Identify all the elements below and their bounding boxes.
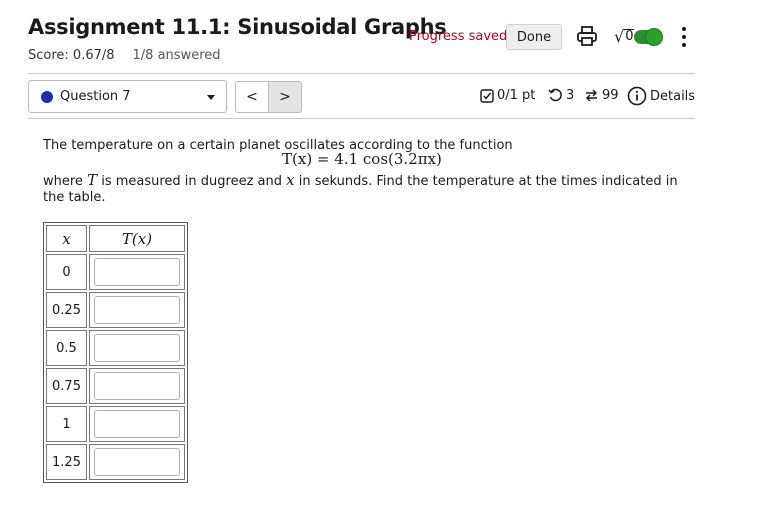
- answer-input[interactable]: [94, 448, 180, 476]
- toggle-knob: [645, 28, 663, 46]
- question-where-line2: the table.: [43, 190, 106, 205]
- nav-divider: [28, 118, 695, 119]
- math-toggle[interactable]: [634, 28, 663, 46]
- radical-symbol: √: [614, 26, 625, 46]
- details-link[interactable]: Details: [627, 86, 695, 106]
- header-divider: [28, 73, 695, 74]
- previous-question-button[interactable]: <: [235, 81, 269, 113]
- checkbox-icon: [480, 88, 494, 103]
- header-tx: T(x): [89, 225, 185, 252]
- question-formula: T(x) = 4.1 cos(3.2πx): [282, 150, 442, 168]
- chevron-down-icon: [207, 95, 215, 100]
- points-text: 0/1 pt: [497, 88, 536, 103]
- selected-question: Question 7: [60, 89, 131, 104]
- sqrt-zero: 0: [624, 28, 635, 44]
- assignment-title: Assignment 11.1: Sinusoidal Graphs: [28, 15, 447, 39]
- table-row: 1.25: [46, 444, 185, 480]
- retries-indicator: 3: [548, 88, 574, 103]
- question-intro: The temperature on a certain planet osci…: [43, 138, 513, 153]
- x-value: 0: [46, 254, 87, 290]
- answer-input[interactable]: [94, 258, 180, 286]
- score-line: Score: 0.67/8 1/8 answered: [28, 48, 221, 63]
- attempts-indicator: 99: [584, 88, 619, 103]
- answer-input[interactable]: [94, 372, 180, 400]
- question-status-dot: [41, 90, 53, 103]
- table-row: 1: [46, 406, 185, 442]
- info-icon: [627, 86, 647, 106]
- points-indicator: 0/1 pt: [480, 88, 535, 103]
- sqrt-icon[interactable]: √ 0: [614, 25, 635, 47]
- answer-input[interactable]: [94, 334, 180, 362]
- x-value: 0.75: [46, 368, 87, 404]
- answered-count: 1/8 answered: [132, 48, 221, 63]
- header-x: x: [46, 225, 87, 252]
- question-select[interactable]: Question 7: [28, 80, 227, 113]
- x-value: 0.5: [46, 330, 87, 366]
- table-row: 0.25: [46, 292, 185, 328]
- x-value: 1.25: [46, 444, 87, 480]
- table-row: 0.75: [46, 368, 185, 404]
- vertical-ellipsis-icon[interactable]: [678, 24, 690, 50]
- attempts-count: 99: [602, 88, 619, 103]
- x-value: 0.25: [46, 292, 87, 328]
- table-row: 0.5: [46, 330, 185, 366]
- table-row: 0: [46, 254, 185, 290]
- score-text: Score: 0.67/8: [28, 48, 115, 63]
- variable-t: T: [87, 171, 98, 189]
- table-header-row: x T(x): [46, 225, 185, 252]
- done-button[interactable]: Done: [506, 24, 562, 50]
- progress-status: Progress saved: [409, 29, 508, 44]
- swap-icon: [586, 89, 597, 102]
- printer-icon[interactable]: [576, 25, 598, 47]
- answer-input[interactable]: [94, 296, 180, 324]
- question-where: where T is measured in dugreez and x in …: [43, 171, 678, 190]
- x-value: 1: [46, 406, 87, 442]
- retry-icon: [548, 88, 562, 102]
- values-table: x T(x) 0 0.25 0.5 0.75 1 1.25: [43, 222, 188, 483]
- next-question-button[interactable]: >: [268, 81, 302, 113]
- details-label: Details: [650, 88, 696, 104]
- answer-input[interactable]: [94, 410, 180, 438]
- retries-count: 3: [566, 88, 575, 103]
- variable-x: x: [286, 171, 295, 189]
